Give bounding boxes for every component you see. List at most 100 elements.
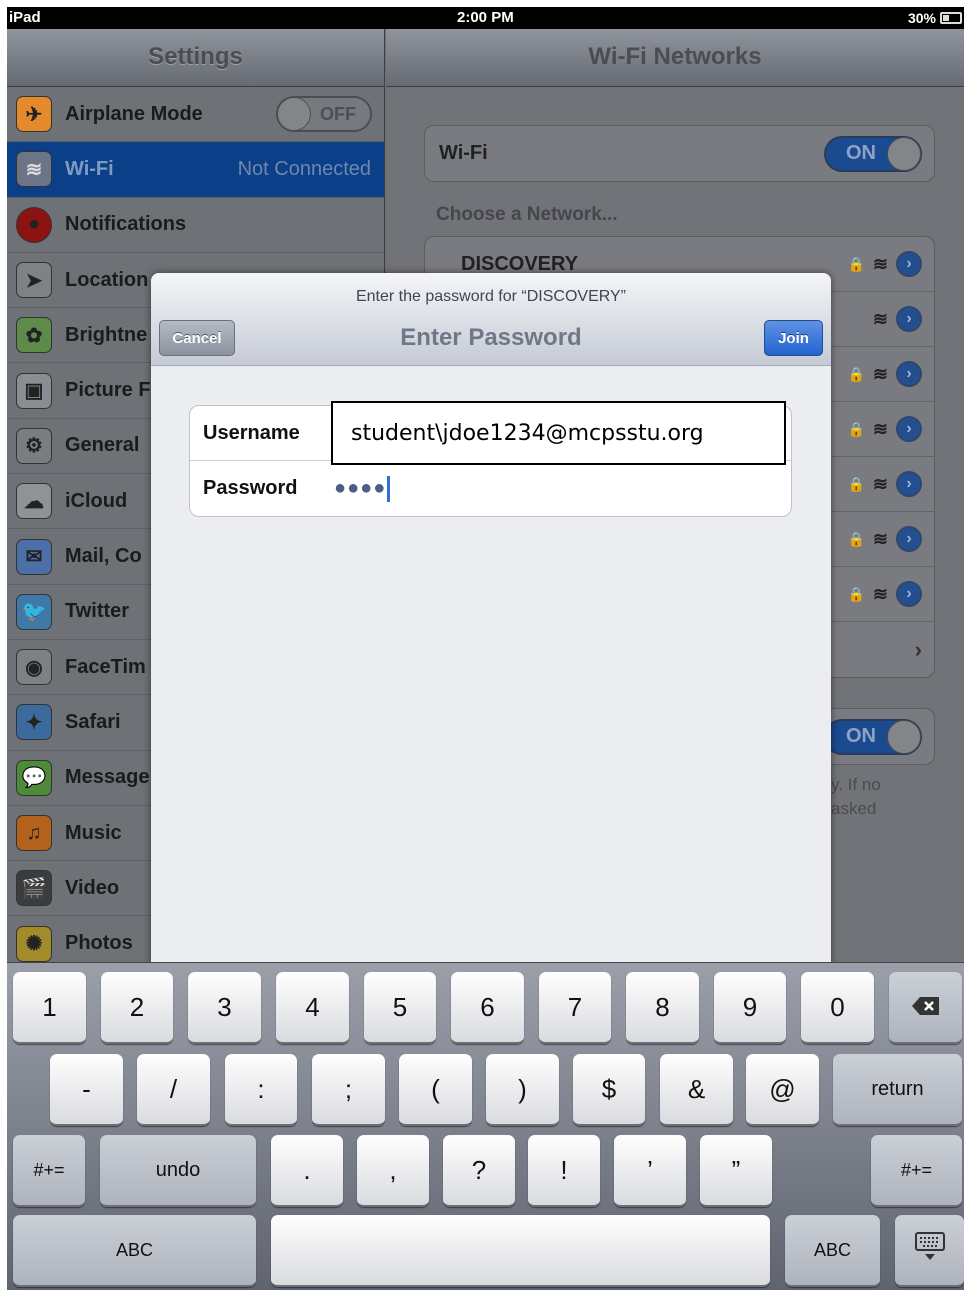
disclosure-icon[interactable]: › bbox=[896, 581, 922, 607]
return-key[interactable]: return bbox=[833, 1054, 962, 1126]
settings-item-label: Message bbox=[65, 766, 150, 789]
settings-item-label: iCloud bbox=[65, 489, 128, 512]
credentials-form: Username student\jdoe1234@mcpsstu.org Pa… bbox=[189, 401, 792, 517]
wifi-row-label: Wi-Fi bbox=[439, 142, 488, 164]
key-dollar[interactable]: $ bbox=[573, 1054, 645, 1126]
key-6[interactable]: 6 bbox=[451, 972, 524, 1044]
settings-item-label: Music bbox=[65, 821, 122, 844]
settings-title: Settings bbox=[7, 29, 384, 87]
settings-item-label: Location bbox=[65, 268, 149, 291]
lock-icon: 🔒 bbox=[847, 585, 865, 602]
key-8[interactable]: 8 bbox=[626, 972, 699, 1044]
key-at[interactable]: @ bbox=[746, 1054, 819, 1126]
airplane-mode-toggle[interactable]: OFF bbox=[276, 96, 372, 133]
disclosure-icon[interactable]: › bbox=[896, 526, 922, 552]
abc-key-left[interactable]: ABC bbox=[13, 1215, 256, 1287]
settings-item-wifi[interactable]: ≋ Wi-Fi Not Connected bbox=[7, 142, 384, 198]
key-close-paren[interactable]: ) bbox=[486, 1054, 559, 1126]
key-question[interactable]: ? bbox=[443, 1135, 515, 1207]
settings-item-label: Safari bbox=[65, 710, 121, 733]
abc-key-right[interactable]: ABC bbox=[785, 1215, 880, 1287]
settings-item-airplane[interactable]: ✈ Airplane Mode OFF bbox=[7, 87, 384, 143]
key-exclamation[interactable]: ! bbox=[528, 1135, 600, 1207]
disclosure-icon[interactable]: › bbox=[896, 251, 922, 277]
dialog-title: Enter Password bbox=[400, 324, 582, 351]
key-0[interactable]: 0 bbox=[801, 972, 874, 1044]
video-icon: 🎬 bbox=[16, 870, 52, 907]
settings-item-label: Airplane Mode bbox=[65, 102, 203, 125]
lock-icon: 🔒 bbox=[847, 420, 865, 437]
settings-item-label: Notifications bbox=[65, 213, 187, 236]
backspace-icon bbox=[911, 992, 941, 1023]
safari-icon: ✦ bbox=[16, 704, 52, 741]
key-3[interactable]: 3 bbox=[188, 972, 261, 1044]
key-2[interactable]: 2 bbox=[101, 972, 173, 1044]
notifications-icon: ● bbox=[16, 206, 52, 243]
cancel-button[interactable]: Cancel bbox=[159, 320, 235, 356]
key-apostrophe[interactable]: ’ bbox=[614, 1135, 686, 1207]
text-cursor bbox=[387, 475, 391, 502]
wifi-row: Wi-Fi ON bbox=[425, 126, 934, 181]
key-1[interactable]: 1 bbox=[13, 972, 86, 1044]
keyboard-dismiss-icon bbox=[913, 1231, 947, 1270]
symbols-key-right[interactable]: #+= bbox=[871, 1135, 962, 1207]
twitter-icon: 🐦 bbox=[16, 593, 52, 630]
clock: 2:00 PM bbox=[457, 9, 514, 26]
key-period[interactable]: . bbox=[271, 1135, 343, 1207]
key-open-paren[interactable]: ( bbox=[399, 1054, 472, 1126]
key-slash[interactable]: / bbox=[137, 1054, 210, 1126]
disclosure-icon[interactable]: › bbox=[896, 361, 922, 387]
messages-icon: 💬 bbox=[16, 759, 52, 796]
space-bar[interactable] bbox=[271, 1215, 770, 1287]
symbols-key-left[interactable]: #+= bbox=[13, 1135, 85, 1207]
wifi-toggle[interactable]: ON bbox=[824, 135, 922, 172]
disclosure-icon[interactable]: › bbox=[896, 471, 922, 497]
ipad-screen: iPad 2:00 PM 30% Settings ✈ Airplane Mod… bbox=[7, 7, 964, 1290]
backspace-key[interactable] bbox=[889, 972, 962, 1044]
battery-percent: 30% bbox=[907, 10, 936, 26]
join-button[interactable]: Join bbox=[764, 320, 823, 356]
wifi-signal-icon: ≋ bbox=[872, 583, 888, 604]
key-quote[interactable]: ” bbox=[700, 1135, 772, 1207]
username-field[interactable]: student\jdoe1234@mcpsstu.org bbox=[331, 401, 786, 465]
username-label: Username bbox=[203, 421, 300, 444]
key-comma[interactable]: , bbox=[357, 1135, 429, 1207]
settings-item-label: Picture F bbox=[65, 379, 151, 402]
password-row: Password ●●●● bbox=[190, 461, 791, 516]
wifi-networks-title: Wi-Fi Networks bbox=[386, 29, 964, 87]
hide-keyboard-key[interactable] bbox=[895, 1215, 964, 1287]
password-field[interactable]: ●●●● bbox=[330, 475, 391, 502]
settings-item-label: General bbox=[65, 434, 140, 457]
wifi-signal-icon: ≋ bbox=[872, 363, 888, 384]
key-9[interactable]: 9 bbox=[714, 972, 786, 1044]
lock-icon: 🔒 bbox=[847, 365, 865, 382]
key-hyphen[interactable]: - bbox=[50, 1054, 123, 1126]
settings-item-label: Brightne bbox=[65, 323, 148, 346]
brightness-icon: ✿ bbox=[16, 317, 52, 354]
wifi-signal-icon: ≋ bbox=[872, 308, 888, 329]
key-semicolon[interactable]: ; bbox=[312, 1054, 385, 1126]
status-bar: iPad 2:00 PM 30% bbox=[7, 7, 964, 29]
settings-item-notifications[interactable]: ● Notifications bbox=[7, 198, 384, 253]
wifi-status-value: Not Connected bbox=[237, 157, 371, 180]
dialog-prompt: Enter the password for “DISCOVERY” bbox=[355, 288, 627, 305]
battery-icon bbox=[940, 12, 962, 24]
enter-password-dialog: Enter the password for “DISCOVERY” Enter… bbox=[151, 273, 831, 970]
disclosure-icon[interactable]: › bbox=[896, 416, 922, 442]
settings-item-label: Photos bbox=[65, 932, 133, 955]
key-4[interactable]: 4 bbox=[276, 972, 349, 1044]
on-screen-keyboard: 1 2 3 4 5 6 7 8 9 0 - / : ; ( ) $ & @ re… bbox=[7, 962, 964, 1290]
ask-to-join-toggle[interactable]: ON bbox=[824, 718, 922, 755]
key-colon[interactable]: : bbox=[225, 1054, 297, 1126]
cloud-icon: ☁ bbox=[16, 483, 52, 520]
choose-network-label: Choose a Network... bbox=[436, 204, 618, 225]
disclosure-icon[interactable]: › bbox=[896, 306, 922, 332]
key-ampersand[interactable]: & bbox=[660, 1054, 733, 1126]
key-5[interactable]: 5 bbox=[364, 972, 436, 1044]
ask-footer-text: y. If no asked bbox=[831, 775, 881, 818]
lock-icon: 🔒 bbox=[847, 530, 865, 547]
wifi-icon: ≋ bbox=[16, 151, 52, 188]
wifi-signal-icon: ≋ bbox=[872, 253, 888, 274]
key-7[interactable]: 7 bbox=[539, 972, 611, 1044]
undo-key[interactable]: undo bbox=[100, 1135, 256, 1207]
